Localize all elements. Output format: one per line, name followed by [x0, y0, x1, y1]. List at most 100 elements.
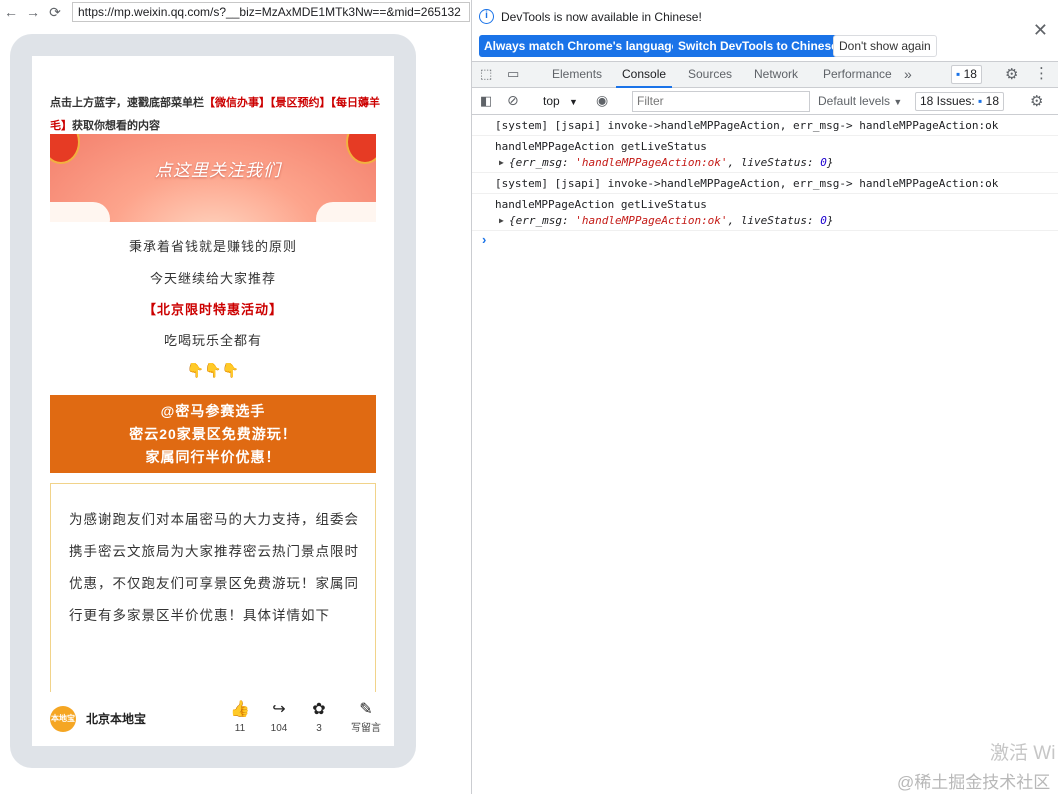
obj-value: 'handleMPPageAction:ok' — [575, 214, 728, 227]
text-line-4: 吃喝玩乐全都有 — [163, 333, 262, 348]
share-count: 104 — [270, 723, 288, 734]
mobile-emulator-frame: 点击上方蓝字，速戳底部菜单栏【微信办事】【景区预约】【每日薅羊毛】获取你想看的内… — [10, 34, 416, 768]
tab-elements[interactable]: Elements — [552, 62, 602, 88]
obj-key: err_msg — [515, 156, 562, 169]
tab-performance[interactable]: Performance — [823, 62, 892, 88]
cloud-left-icon — [50, 202, 110, 222]
thumbs-up-icon: 👍 — [230, 701, 250, 718]
console-output[interactable]: [system] [jsapi] invoke->handleMPPageAct… — [472, 115, 1058, 247]
messages-badge[interactable]: ▪ 18 — [951, 65, 982, 84]
log-message: handleMPPageAction getLiveStatus — [495, 198, 707, 211]
obj-key: liveStatus — [740, 156, 808, 169]
console-settings-icon[interactable]: ⚙ — [1030, 92, 1043, 110]
more-menu-icon[interactable]: ⋮ — [1034, 64, 1049, 82]
cloud-right-icon — [316, 202, 376, 222]
message-icon: ▪ — [978, 94, 983, 108]
console-prompt[interactable]: › — [482, 232, 486, 247]
text-line-2: 今天继续给大家推荐 — [149, 271, 276, 286]
log-entry: handleMPPageAction getLiveStatus ▶ {err_m… — [472, 136, 1058, 173]
article-viewport[interactable]: 点击上方蓝字，速戳底部菜单栏【微信办事】【景区预约】【每日薅羊毛】获取你想看的内… — [32, 56, 394, 746]
close-icon[interactable]: ✕ — [1033, 20, 1048, 41]
promo-line-2: 密云20家景区免费游玩！ — [129, 426, 297, 442]
intro-suffix: 获取你想看的内容 — [72, 120, 160, 132]
back-icon[interactable]: ← — [0, 0, 22, 24]
log-object[interactable]: ▶ {err_msg: 'handleMPPageAction:ok', live… — [472, 213, 1058, 229]
levels-label: Default levels — [818, 94, 891, 108]
wow-button[interactable]: ✿ 3 — [301, 700, 337, 736]
inspect-element-icon[interactable]: ⬚ — [480, 66, 492, 82]
comment-button[interactable]: ✎ 写留言 — [344, 700, 388, 736]
log-message: [system] [jsapi] invoke->handleMPPageAct… — [495, 119, 999, 132]
reload-icon[interactable]: ⟳ — [44, 0, 66, 24]
promo-line-1: @密马参赛选手 — [160, 403, 266, 419]
share-icon: ↪ — [272, 701, 286, 718]
log-message: [system] [jsapi] invoke->handleMPPageAct… — [495, 177, 999, 190]
promo-banner: @密马参赛选手 密云20家景区免费游玩！ 家属同行半价优惠！ — [50, 395, 376, 473]
promo-line-3: 家属同行半价优惠！ — [145, 449, 281, 465]
intro-prefix: 点击上方蓝字，速戳底部菜单栏 — [50, 97, 204, 109]
lantern-left-icon — [50, 134, 80, 164]
activation-watermark: 激活 Wi — [990, 743, 1056, 764]
sidebar-toggle-icon[interactable]: ◧ — [480, 93, 492, 109]
log-entry: handleMPPageAction getLiveStatus ▶ {err_m… — [472, 194, 1058, 231]
address-bar: ← → ⟳ https://mp.weixin.qq.com/s?__biz=M… — [0, 0, 471, 24]
expand-triangle-icon[interactable]: ▶ — [499, 213, 504, 229]
text-line-3: 【北京限时特惠活动】 — [142, 302, 283, 317]
context-select[interactable]: top ▼ — [543, 94, 578, 108]
context-value: top — [543, 94, 560, 108]
tab-network[interactable]: Network — [754, 62, 798, 88]
message-icon: ▪ — [956, 67, 961, 81]
dont-show-again-button[interactable]: Don't show again — [833, 35, 937, 57]
expand-triangle-icon[interactable]: ▶ — [499, 155, 504, 171]
devtools-tabbar: ⬚ ▭ Elements Console Sources Network Per… — [472, 62, 1058, 88]
banner-text: 点这里关注我们 — [155, 161, 281, 180]
info-icon: i — [479, 9, 494, 24]
switch-language-button[interactable]: Switch DevTools to Chinese — [673, 35, 843, 57]
message-count: 18 — [963, 67, 977, 81]
avatar[interactable]: 本地宝 — [50, 706, 76, 732]
comment-label: 写留言 — [351, 723, 381, 734]
wow-count: 3 — [316, 723, 322, 734]
menu-link-booking[interactable]: 【景区预约】 — [270, 97, 331, 109]
community-watermark: @稀土掘金技术社区 — [897, 773, 1051, 792]
obj-value: 0 — [820, 156, 827, 169]
issues-button[interactable]: 18 Issues: ▪ 18 — [915, 92, 1005, 111]
filter-input[interactable]: Filter — [632, 91, 810, 112]
lantern-right-icon — [346, 134, 376, 164]
chevron-down-icon: ▼ — [893, 97, 903, 107]
chevron-down-icon: ▼ — [569, 97, 578, 107]
infobar-message: DevTools is now available in Chinese! — [501, 10, 702, 24]
clear-console-icon[interactable]: ⊘ — [507, 92, 519, 109]
log-object[interactable]: ▶ {err_msg: 'handleMPPageAction:ok', live… — [472, 155, 1058, 171]
tab-console[interactable]: Console — [616, 62, 673, 88]
share-button[interactable]: ↪ 104 — [261, 700, 297, 736]
log-levels-select[interactable]: Default levels ▼ — [818, 94, 902, 108]
log-entry: [system] [jsapi] invoke->handleMPPageAct… — [472, 115, 1058, 136]
tab-sources[interactable]: Sources — [688, 62, 732, 88]
follow-banner[interactable]: 点这里关注我们 — [50, 134, 376, 222]
log-message: handleMPPageAction getLiveStatus — [495, 140, 707, 153]
intro-text: 点击上方蓝字，速戳底部菜单栏【微信办事】【景区预约】【每日薅羊毛】获取你想看的内… — [50, 92, 380, 138]
menu-link-wechat[interactable]: 【微信办事】 — [204, 97, 270, 109]
issues-count: 18 — [985, 94, 1000, 108]
like-button[interactable]: 👍 11 — [222, 700, 258, 736]
console-toolbar: ◧ ⊘ top ▼ ◉ Filter Default levels ▼ 18 I… — [472, 88, 1058, 115]
pointing-down-icons: 👇👇👇 — [186, 362, 240, 378]
obj-value: 'handleMPPageAction:ok' — [575, 156, 728, 169]
eye-icon[interactable]: ◉ — [596, 92, 608, 109]
device-toolbar-icon[interactable]: ▭ — [507, 66, 519, 82]
obj-key: liveStatus — [740, 214, 808, 227]
comment-icon: ✎ — [359, 701, 373, 718]
devtools-panel: i DevTools is now available in Chinese! … — [472, 0, 1058, 794]
always-match-button[interactable]: Always match Chrome's language — [479, 35, 684, 57]
account-name[interactable]: 北京本地宝 — [86, 710, 146, 727]
text-line-1: 秉承着省钱就是赚钱的原则 — [128, 239, 297, 254]
forward-icon[interactable]: → — [22, 0, 44, 24]
details-text: 为感谢跑友们对本届密马的大力支持，组委会携手密云文旅局为大家推荐密云热门景点限时… — [69, 512, 359, 623]
more-tabs-icon[interactable]: » — [904, 62, 912, 88]
language-infobar: i DevTools is now available in Chinese! … — [472, 0, 1058, 62]
url-input[interactable]: https://mp.weixin.qq.com/s?__biz=MzAxMDE… — [72, 2, 470, 22]
settings-gear-icon[interactable]: ⚙ — [1005, 65, 1018, 83]
log-entry: [system] [jsapi] invoke->handleMPPageAct… — [472, 173, 1058, 194]
like-count: 11 — [234, 723, 246, 734]
